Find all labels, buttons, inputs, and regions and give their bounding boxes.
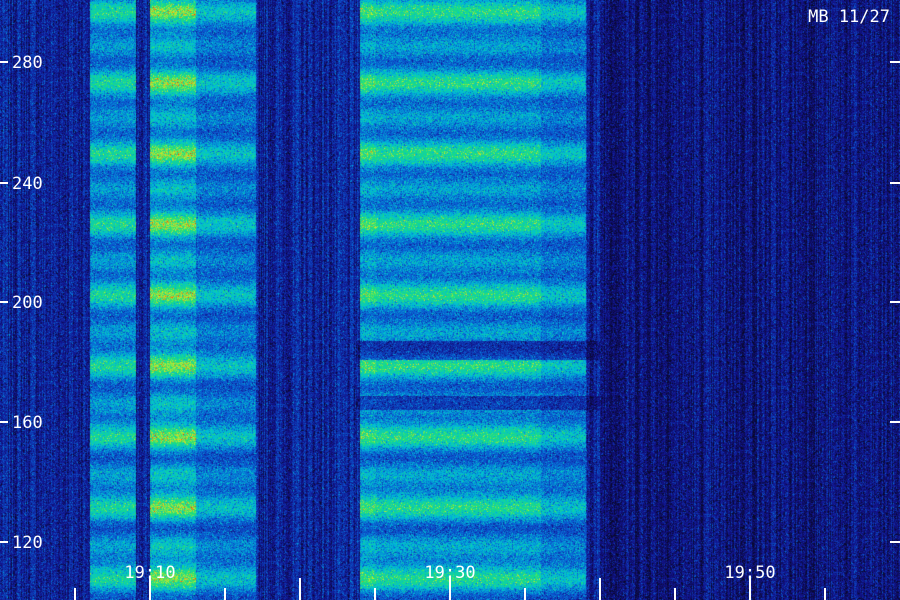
y-tick-label: 160: [12, 413, 43, 433]
y-tick-label: 200: [12, 293, 43, 313]
y-tick-label: 240: [12, 174, 43, 194]
x-tick-marks: [74, 578, 826, 600]
x-axis: 19:10 19:30 19:50: [74, 563, 826, 600]
y-axis-right: [890, 61, 900, 543]
y-tick-label: 280: [12, 53, 43, 73]
y-axis-left: 280 240 200 160 120: [0, 53, 43, 553]
chart-title: MB 11/27: [808, 7, 890, 27]
y-tick-label: 120: [12, 533, 43, 553]
chart-overlay: MB 11/27 280 240 200 160 120 19:10 19:30…: [0, 7, 900, 600]
